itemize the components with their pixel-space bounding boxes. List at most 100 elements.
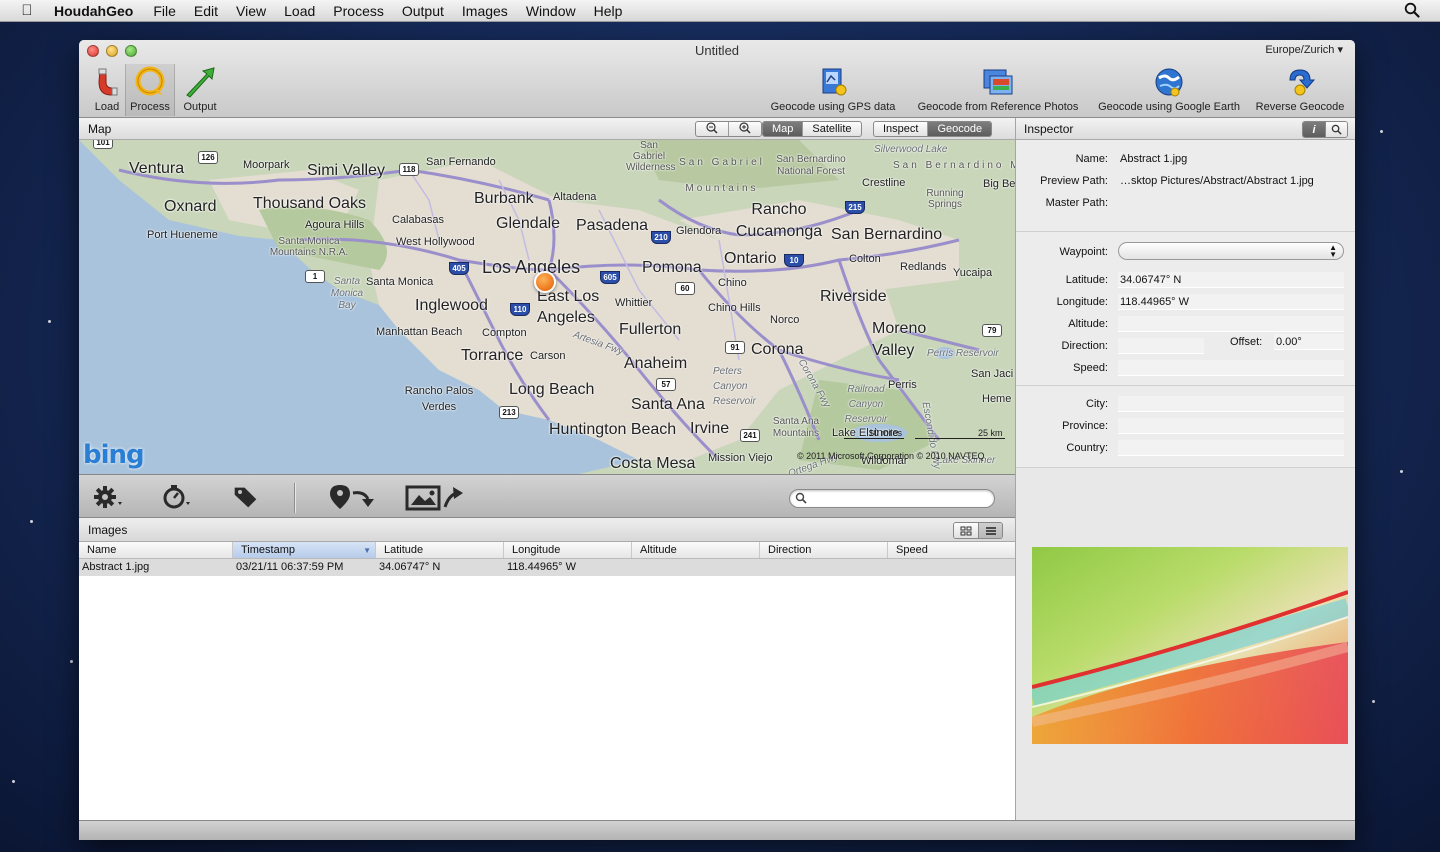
image-search-input[interactable]: [789, 489, 995, 508]
route-shield: 91: [725, 341, 745, 354]
location-pin[interactable]: [534, 271, 556, 293]
load-magnet-icon: [90, 66, 124, 98]
load-button[interactable]: Load: [87, 64, 127, 116]
zoom-out-button[interactable]: [696, 122, 729, 136]
search-mode-button[interactable]: [1325, 122, 1347, 137]
route-shield: 241: [740, 429, 760, 442]
time-adjust-button[interactable]: [159, 481, 195, 513]
menu-images[interactable]: Images: [462, 3, 508, 19]
map-panel-header: Map Map Satellite Inspect Geocode: [79, 118, 1015, 140]
menu-process[interactable]: Process: [333, 3, 384, 19]
mode-geocode-button[interactable]: Geocode: [928, 122, 992, 136]
output-button[interactable]: Output: [177, 64, 223, 116]
map-copyright: © 2011 Microsoft Corporation © 2010 NAVT…: [797, 451, 985, 461]
map-label: San Gabriel Wilderness: [626, 140, 676, 173]
zoom-in-button[interactable]: [729, 122, 761, 136]
list-view-button[interactable]: [978, 523, 1002, 538]
map-type-control: Map Satellite: [762, 121, 862, 137]
waypoint-popup[interactable]: ▲ ▼: [1118, 242, 1344, 260]
map-label: San Fernando: [426, 156, 496, 168]
list-icon: [985, 526, 996, 535]
name-row: Name: Abstract 1.jpg: [1016, 151, 1355, 169]
info-mode-button[interactable]: i: [1303, 122, 1325, 137]
map-label: Santa Monica: [366, 276, 434, 288]
column-header-name[interactable]: Name: [79, 542, 233, 558]
map-label: Rancho Cucamonga: [735, 201, 823, 240]
map-type-satellite-button[interactable]: Satellite: [803, 122, 860, 136]
sort-descending-icon: ▼: [363, 546, 371, 555]
grid-view-button[interactable]: [954, 523, 978, 538]
map-label: Manhattan Beach: [376, 326, 463, 338]
geocode-reference-button[interactable]: Geocode from Reference Photos: [910, 64, 1086, 116]
cell-longitude: 118.44965° W: [507, 561, 577, 573]
map-label: Chino: [718, 277, 747, 289]
reverse-arrow-icon: [1283, 66, 1317, 98]
column-header-direction[interactable]: Direction: [760, 542, 888, 558]
table-row[interactable]: Abstract 1.jpg 03/21/11 06:37:59 PM 34.0…: [79, 559, 1015, 576]
menu-window[interactable]: Window: [526, 3, 576, 19]
process-button[interactable]: Process: [125, 64, 175, 116]
menu-view[interactable]: View: [236, 3, 266, 19]
offset-field[interactable]: 0.00°: [1274, 334, 1344, 350]
menu-app-name[interactable]: HoudahGeo: [54, 3, 133, 19]
geocode-reference-label: Geocode from Reference Photos: [917, 101, 1079, 113]
map-label: Railroad Canyon Reservoir: [844, 384, 888, 425]
menu-load[interactable]: Load: [284, 3, 315, 19]
preview-path-label: Preview Path:: [1040, 175, 1108, 187]
city-field[interactable]: [1118, 396, 1344, 412]
province-field[interactable]: [1118, 418, 1344, 434]
map-label: Thousand Oaks: [253, 195, 366, 212]
images-table: Name Timestamp ▼ Latitude Longitude Altit…: [79, 542, 1015, 820]
mode-inspect-button[interactable]: Inspect: [874, 122, 929, 136]
direction-field[interactable]: [1118, 338, 1204, 354]
inspector-panel: Inspector i Name: Abstract 1.jpg Preview…: [1015, 118, 1355, 820]
column-header-altitude[interactable]: Altitude: [632, 542, 760, 558]
abstract-preview-image: [1032, 547, 1348, 744]
speed-field[interactable]: [1118, 360, 1344, 376]
apple-icon[interactable]: : [18, 2, 36, 19]
longitude-field[interactable]: 118.44965° W: [1118, 294, 1344, 310]
map-view[interactable]: Ventura Moorpark Simi Valley San Fernand…: [79, 140, 1015, 474]
map-label: Altadena: [553, 191, 597, 203]
latitude-field[interactable]: 34.06747° N: [1118, 272, 1344, 288]
menu-edit[interactable]: Edit: [194, 3, 218, 19]
altitude-field[interactable]: [1118, 316, 1344, 332]
tags-button[interactable]: [229, 481, 265, 513]
images-panel-title: Images: [88, 523, 128, 537]
column-header-latitude[interactable]: Latitude: [376, 542, 504, 558]
reverse-geocode-button[interactable]: Reverse Geocode: [1253, 64, 1347, 116]
output-label: Output: [183, 101, 217, 113]
updown-arrows-icon: ▲ ▼: [1329, 243, 1337, 259]
assign-location-button[interactable]: [327, 481, 379, 513]
cell-latitude: 34.06747° N: [379, 561, 441, 573]
map-type-map-button[interactable]: Map: [763, 122, 804, 136]
column-header-timestamp[interactable]: Timestamp ▼: [233, 542, 376, 558]
country-field[interactable]: [1118, 440, 1344, 456]
map-label: Moreno Valley: [872, 320, 927, 359]
map-label: Crestline: [862, 177, 906, 189]
map-label: Silverwood Lake: [874, 144, 948, 155]
export-images-button[interactable]: [404, 481, 466, 513]
geocode-gps-button[interactable]: Geocode using GPS data: [771, 64, 895, 116]
menu-file[interactable]: File: [153, 3, 176, 19]
spotlight-search-icon[interactable]: [1404, 2, 1420, 22]
map-label: Chino Hills: [708, 302, 761, 314]
output-arrow-icon: [183, 66, 217, 98]
process-icon: [133, 66, 167, 98]
map-mode-control: Inspect Geocode: [873, 121, 993, 137]
timezone-popup[interactable]: Europe/Zurich ▾: [1265, 43, 1343, 56]
route-shield: 101: [93, 140, 113, 149]
column-header-speed[interactable]: Speed: [888, 542, 1015, 558]
action-menu-button[interactable]: [91, 481, 127, 513]
menu-help[interactable]: Help: [594, 3, 623, 19]
map-label: Perris: [888, 379, 917, 391]
photo-arrow-icon: [405, 485, 463, 511]
longitude-label: Longitude:: [1056, 296, 1108, 308]
menu-output[interactable]: Output: [402, 3, 444, 19]
column-header-longitude[interactable]: Longitude: [504, 542, 632, 558]
address-section: City: Province: Country:: [1016, 386, 1355, 468]
map-label: Big Bea: [983, 178, 1015, 190]
map-label: Riverside: [820, 288, 887, 305]
route-shield: 215: [845, 201, 865, 214]
geocode-google-earth-button[interactable]: Geocode using Google Earth: [1091, 64, 1247, 116]
